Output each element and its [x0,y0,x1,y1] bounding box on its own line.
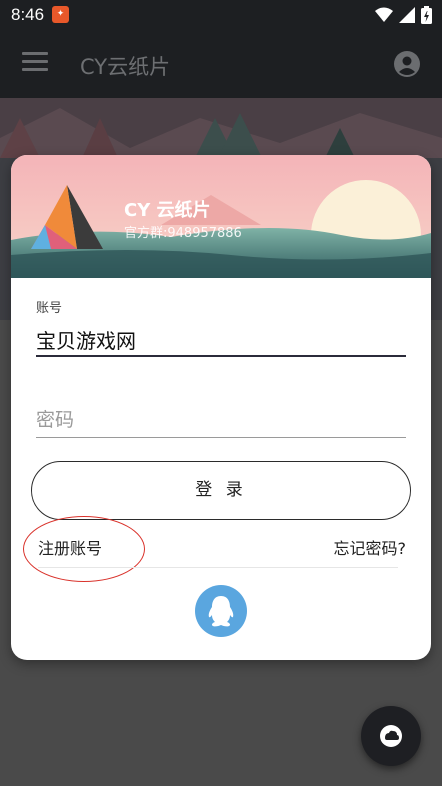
signal-icon [399,7,415,23]
app-logo-icon [31,185,103,249]
app-title: CY云纸片 [80,55,171,79]
brand-title: CY 云纸片 [124,200,211,221]
account-input[interactable] [36,323,406,357]
status-time: 8:46 [11,5,45,24]
qq-penguin-icon [208,596,234,627]
cloud-icon [380,725,402,747]
wifi-icon [375,7,393,22]
register-link[interactable]: 注册账号 [38,535,102,559]
brand-subtitle: 官方群:948957886 [124,226,242,241]
forgot-password-link[interactable]: 忘记密码? [334,535,407,559]
account-circle-icon[interactable] [394,51,420,77]
account-label: 账号 [36,301,63,316]
app-bar: CY云纸片 [0,30,442,98]
login-card: CY 云纸片 官方群:948957886 账号 登 录 注册账号 忘记密码? [11,155,431,660]
status-bar: 8:46 ✦ [0,0,442,30]
menu-icon[interactable] [22,52,48,74]
status-icons [375,6,432,24]
password-input[interactable] [36,402,406,438]
app-notification-icon: ✦ [52,6,69,23]
divider [38,567,398,568]
cloud-fab-button[interactable] [361,706,421,766]
qq-login-button[interactable] [195,585,247,637]
battery-icon [421,6,432,24]
login-button[interactable]: 登 录 [31,461,411,520]
